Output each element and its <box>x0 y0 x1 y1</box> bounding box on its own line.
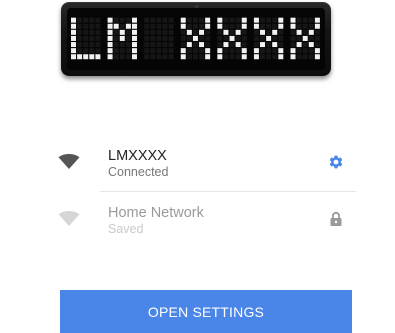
network-row-home-network[interactable]: Home Network Saved <box>58 197 354 245</box>
wifi-icon <box>58 154 80 169</box>
list-divider <box>100 191 356 192</box>
network-status: Connected <box>108 165 169 179</box>
lock-icon <box>330 211 342 226</box>
wifi-setup-screen: LMXXXX Connected Home Network Saved OPEN… <box>0 0 395 333</box>
led-clock-device <box>61 2 331 76</box>
open-settings-button[interactable]: OPEN SETTINGS <box>60 290 352 333</box>
gear-icon[interactable] <box>328 154 344 170</box>
device-sensor <box>195 5 198 8</box>
network-status: Saved <box>108 222 144 236</box>
network-name: LMXXXX <box>108 148 167 164</box>
led-display <box>71 17 320 60</box>
network-row-lmxxxx[interactable]: LMXXXX Connected <box>58 140 354 188</box>
network-name: Home Network <box>108 205 204 221</box>
wifi-icon <box>58 211 80 226</box>
